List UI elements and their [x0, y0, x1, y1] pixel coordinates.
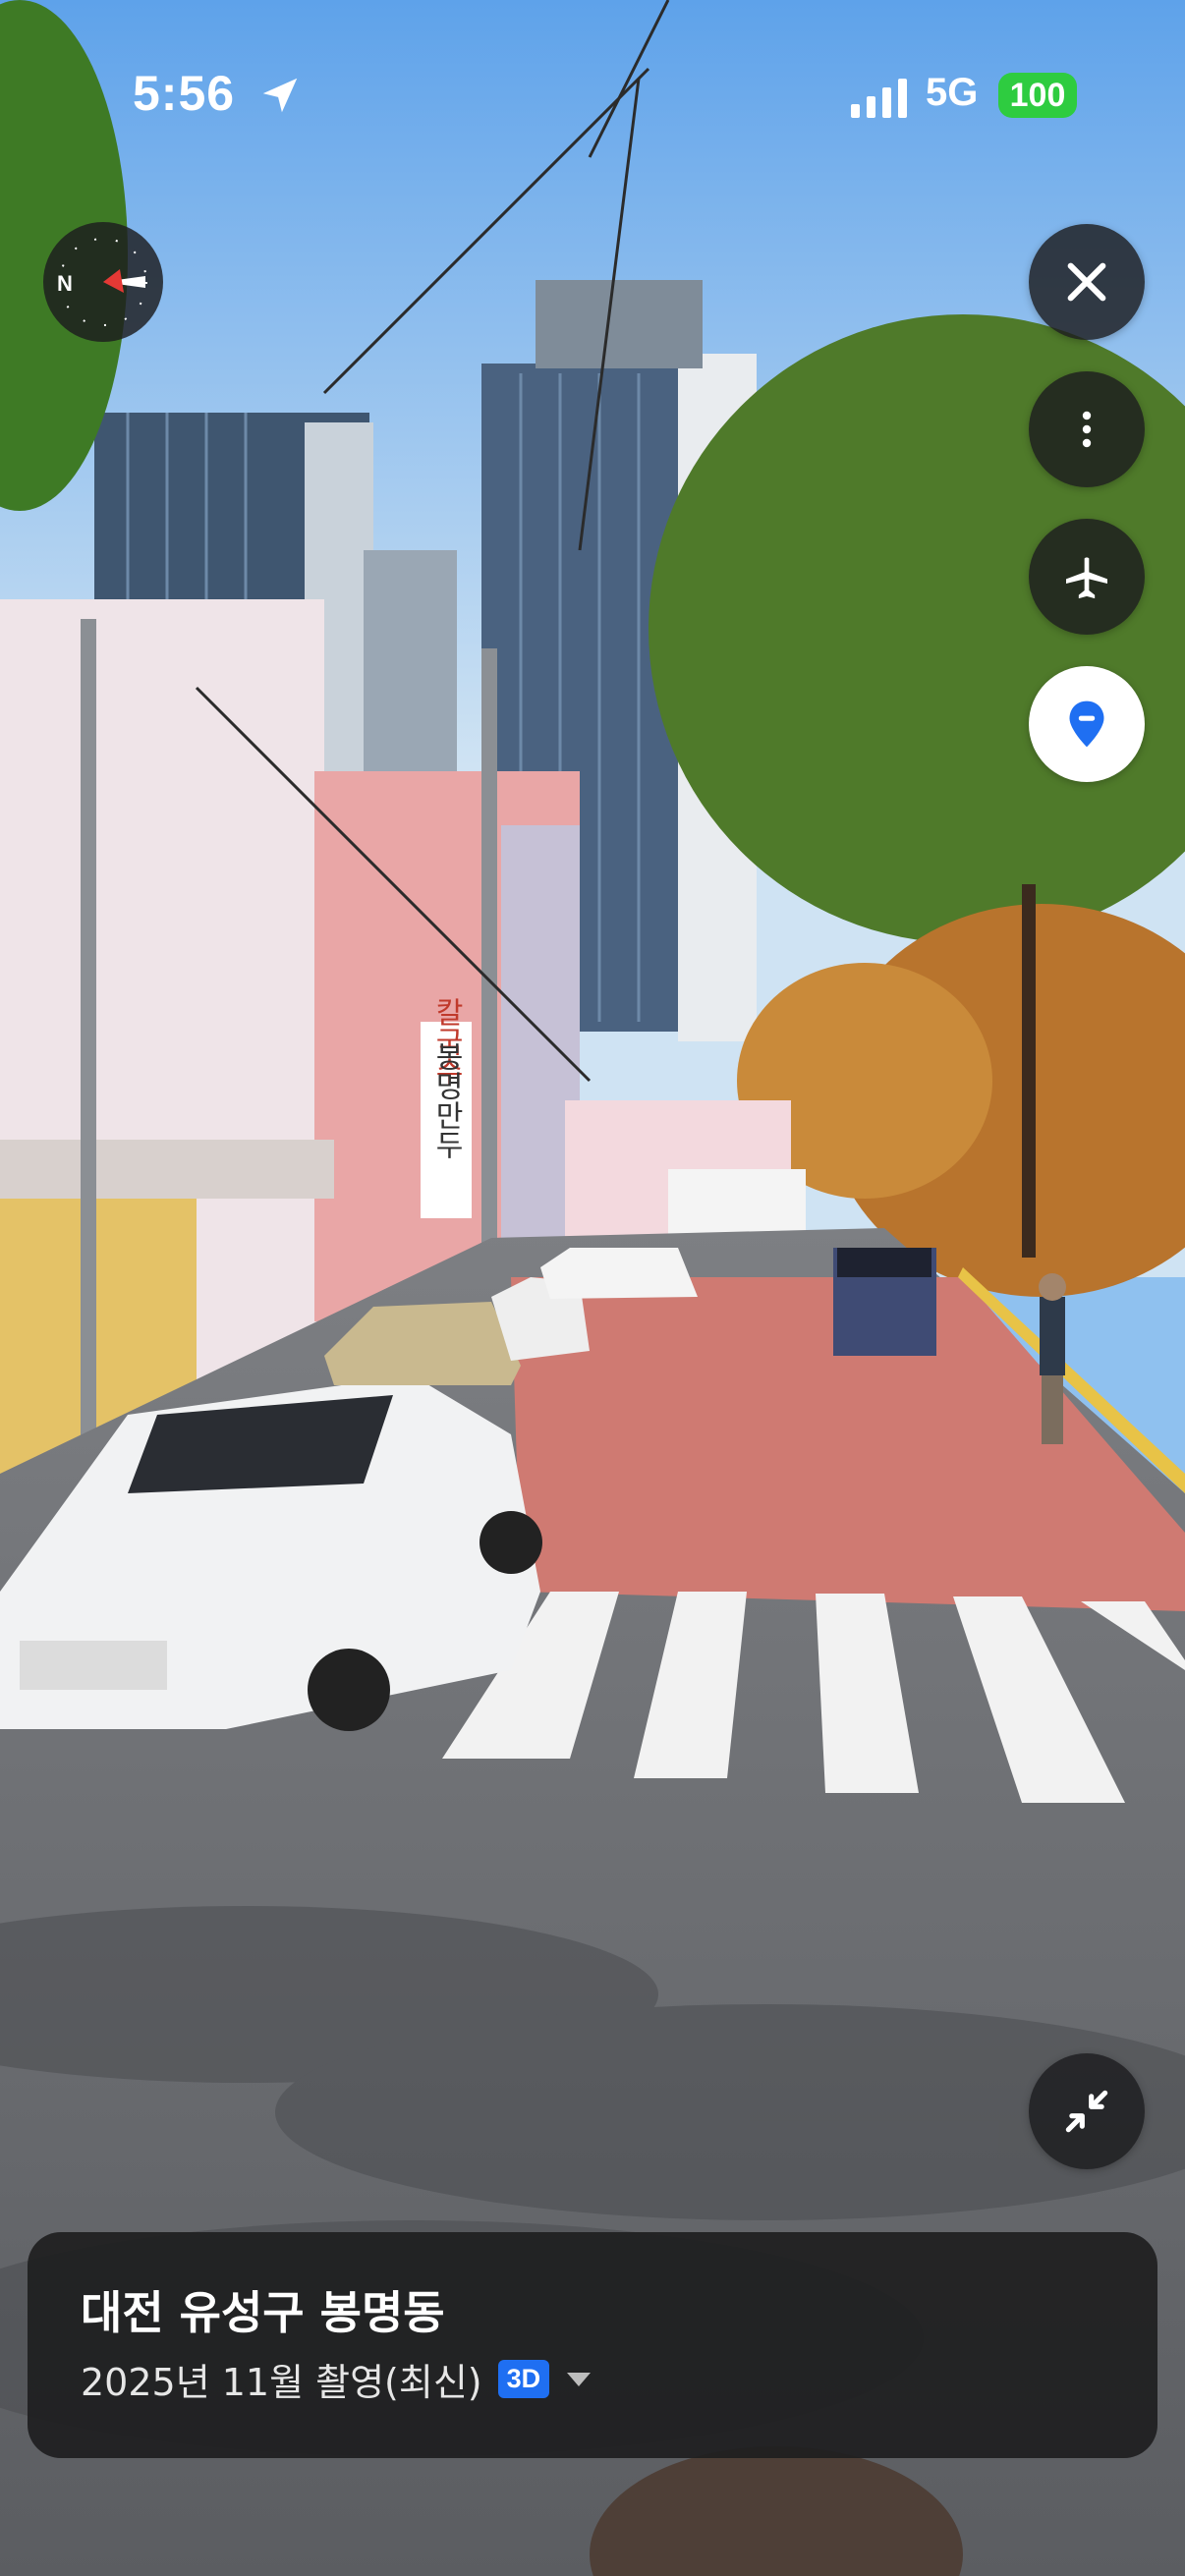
signal-icon — [851, 79, 907, 118]
compass-north-label: N — [57, 271, 73, 296]
location-pin-button[interactable] — [1029, 666, 1145, 782]
collapse-view-button[interactable] — [1029, 2053, 1145, 2169]
chevron-down-icon[interactable] — [567, 2372, 592, 2386]
status-time: 5:56 — [133, 66, 236, 121]
battery-indicator: 100 — [998, 73, 1077, 118]
close-button[interactable] — [1029, 224, 1145, 340]
map-pin-icon — [1069, 700, 1104, 748]
sign-dumpling: 봉명만두 — [429, 1041, 464, 1159]
location-info-card[interactable]: 대전 유성구 봉명동 2025년 11월 촬영(최신) 3D — [28, 2232, 1157, 2458]
location-title: 대전 유성구 봉명동 — [81, 2286, 445, 2339]
flyover-button[interactable] — [1029, 519, 1145, 635]
street-view-screen[interactable]: 칼국수 봉명만두 5:56 5G 100 N 대전 유성구 봉명동 2025년 … — [0, 0, 1185, 2576]
3d-badge: 3D — [497, 2360, 550, 2398]
compass-button[interactable]: N — [43, 222, 163, 342]
airplane-icon — [1066, 557, 1107, 599]
location-arrow-icon — [262, 78, 298, 113]
street-view-image[interactable]: 칼국수 봉명만두 — [0, 0, 1185, 2576]
network-type: 5G — [926, 71, 979, 114]
more-vertical-icon — [1082, 411, 1092, 448]
more-options-button[interactable] — [1029, 371, 1145, 487]
capture-date: 2025년 11월 촬영(최신) — [81, 2361, 482, 2404]
capture-date-selector[interactable]: 2025년 11월 촬영(최신) 3D — [81, 2352, 592, 2406]
close-icon — [1067, 262, 1106, 302]
compass-icon: N — [57, 238, 147, 326]
status-bar: 5:56 5G 100 — [0, 0, 1185, 187]
collapse-icon — [1065, 2090, 1108, 2133]
